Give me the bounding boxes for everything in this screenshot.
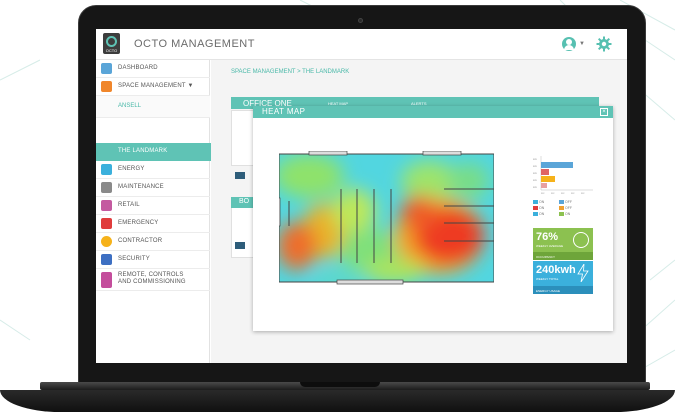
legend-item: ON (559, 212, 570, 217)
svg-text:xxx: xxx (541, 193, 545, 195)
svg-text:xxx: xxx (533, 179, 538, 182)
remote-icon (101, 272, 112, 288)
card-button[interactable] (235, 172, 245, 179)
card-button[interactable] (235, 242, 245, 249)
sidebar: DASHBOARD SPACE MANAGEMENT ▼ ANSELL THE … (96, 60, 218, 363)
sidebar-item-contractor[interactable]: CONTRACTOR (96, 233, 210, 251)
sidebar-item-security[interactable]: SECURITY (96, 251, 210, 269)
wrench-icon (101, 182, 112, 193)
svg-text:xxx: xxx (571, 193, 575, 195)
sidebar-item-emergency[interactable]: EMERGENCY (96, 215, 210, 233)
svg-text:xxx: xxx (533, 165, 538, 168)
close-icon[interactable]: × (600, 108, 608, 116)
sidebar-item-label: ENERGY (118, 166, 145, 172)
sidebar-item-label: CONTRACTOR (118, 238, 163, 244)
sidebar-item-label: DASHBOARD (118, 65, 158, 71)
legend-item: ON (533, 206, 544, 211)
heat-map-modal: HEAT MAP × xxx xxx xxx xxx xxx xxx xxx x… (253, 106, 613, 331)
sidebar-item-label-line2: AND COMMISSIONING (118, 279, 186, 285)
sidebar-item-maintenance[interactable]: MAINTENANCE (96, 179, 210, 197)
energy-icon (101, 164, 112, 175)
contractor-icon (101, 236, 112, 247)
gear-icon[interactable] (596, 36, 612, 52)
breadcrumb[interactable]: SPACE MANAGEMENT > THE LANDMARK (231, 69, 349, 75)
sidebar-item-label: REMOTE, CONTROLS (118, 272, 184, 278)
sidebar-item-dashboard[interactable]: DASHBOARD (96, 60, 210, 78)
svg-text:xxx: xxx (533, 186, 538, 189)
energy-value: 240kwh (536, 264, 576, 276)
second-card-title: BO (239, 198, 250, 205)
user-avatar-icon[interactable] (562, 37, 576, 51)
sidebar-item-label: MAINTENANCE (118, 184, 164, 190)
emergency-icon (101, 218, 112, 229)
modal-header: HEAT MAP × (253, 106, 613, 118)
occupancy-ring-icon (573, 232, 589, 248)
svg-text:xxx: xxx (581, 193, 585, 195)
energy-subtitle: WEEKLY TOTAL (536, 277, 559, 281)
modal-title: HEAT MAP (262, 107, 306, 116)
sidebar-item-label: RETAIL (118, 202, 140, 208)
sidebar-item-label: EMERGENCY (118, 220, 159, 226)
legend-item: ON (533, 200, 544, 205)
sidebar-item-the-landmark[interactable]: THE LANDMARK (96, 143, 216, 161)
screen: OCTO OCTO MANAGEMENT ▼ DASHBOARD SPACE M… (96, 29, 627, 363)
chevron-down-icon[interactable]: ▼ (579, 41, 585, 47)
logo-text: OCTO (105, 48, 118, 53)
sidebar-item-label: THE LANDMARK (118, 148, 168, 154)
legend-item: ON (533, 212, 544, 217)
svg-text:xxx: xxx (533, 158, 538, 161)
laptop-notch (300, 382, 380, 387)
space-icon (101, 81, 112, 92)
sidebar-item-energy[interactable]: ENERGY (96, 161, 210, 179)
sidebar-item-label: SPACE MANAGEMENT ▼ (118, 83, 194, 89)
sidebar-item-ansell[interactable]: ANSELL (96, 96, 210, 118)
octo-logo[interactable]: OCTO (103, 33, 120, 54)
svg-text:xxx: xxx (551, 193, 555, 195)
top-bar: OCTO OCTO MANAGEMENT ▼ (96, 29, 627, 60)
floor-plan-heatmap (279, 151, 494, 285)
logo-mark (106, 36, 117, 47)
sidebar-item-label: SECURITY (118, 256, 150, 262)
occupancy-kpi-tile[interactable]: 76% WEEKLY AVERAGE OCCUPANCY (533, 228, 593, 260)
energy-kpi-tile[interactable]: 240kwh WEEKLY TOTAL ENERGY USAGE (533, 261, 593, 294)
mini-bar-chart: xxx xxx xxx xxx xxx xxx xxx xxx xxx xxx (533, 156, 593, 195)
dashboard-icon (101, 63, 112, 74)
shield-icon (101, 254, 112, 265)
lightning-bolt-icon (577, 264, 589, 282)
legend-item: OFF (559, 200, 572, 205)
sidebar-subitem-label: ANSELL (118, 103, 142, 109)
sidebar-item-space-management[interactable]: SPACE MANAGEMENT ▼ (96, 78, 210, 96)
svg-text:xxx: xxx (533, 172, 538, 175)
svg-text:xxx: xxx (561, 193, 565, 195)
occupancy-subtitle: WEEKLY AVERAGE (536, 244, 564, 248)
occupancy-value: 76% (536, 231, 559, 243)
laptop-base (0, 390, 675, 412)
cart-icon (101, 200, 112, 211)
webcam (358, 18, 363, 23)
sidebar-item-retail[interactable]: RETAIL (96, 197, 210, 215)
app-title: OCTO MANAGEMENT (134, 38, 255, 50)
occupancy-footer: OCCUPANCY (533, 252, 593, 260)
legend-item: OFF (559, 206, 572, 211)
sidebar-item-remote-controls[interactable]: REMOTE, CONTROLS AND COMMISSIONING (96, 269, 210, 291)
energy-footer: ENERGY USAGE (533, 286, 593, 294)
